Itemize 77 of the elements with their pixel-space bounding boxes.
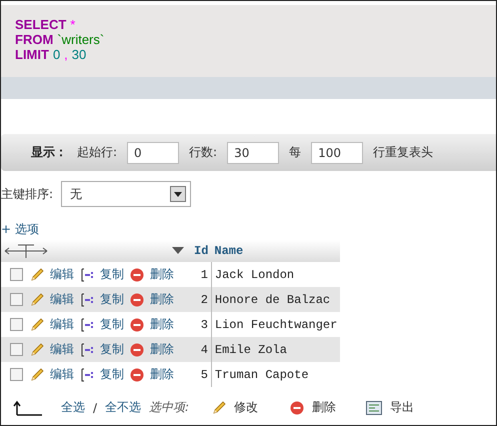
sql-token: * (70, 17, 76, 32)
pencil-icon (29, 342, 44, 357)
export-button[interactable]: 导出 (390, 399, 414, 416)
delete-link[interactable]: 删除 (150, 366, 174, 383)
sort-dropdown[interactable]: 无 (61, 181, 192, 207)
delete-icon (130, 342, 144, 356)
with-selected-label: 选中项: (149, 399, 190, 416)
table-cell: 3 (191, 312, 212, 337)
copy-link[interactable]: 复制 (100, 341, 124, 358)
copy-link[interactable]: 复制 (100, 291, 124, 308)
copy-icon (80, 318, 94, 332)
table-cell: 5 (191, 362, 212, 387)
edit-link[interactable]: 编辑 (50, 366, 74, 383)
copy-icon (80, 342, 94, 356)
delete-icon (130, 368, 144, 382)
table-cell: Emile Zola (211, 337, 340, 362)
edit-link[interactable]: 编辑 (50, 291, 74, 308)
row-checkbox[interactable] (10, 368, 23, 381)
repeat-header-field[interactable]: 100 (311, 142, 364, 164)
export-icon (366, 400, 382, 414)
row-count-label: 行数: (189, 144, 218, 161)
arrow-up-icon (13, 400, 43, 416)
display-label: 显示： (31, 144, 67, 161)
row-checkbox[interactable] (10, 268, 23, 281)
pencil-icon (29, 317, 44, 332)
sql-token: LIMIT (15, 47, 49, 62)
select-none-link[interactable]: 全不选 (105, 399, 142, 416)
copy-icon (80, 368, 94, 382)
every-label: 每 (289, 144, 302, 161)
sql-token: 30 (72, 47, 86, 62)
row-checkbox[interactable] (10, 293, 23, 306)
table-cell: Truman Capote (211, 362, 340, 387)
sql-token: FROM (15, 32, 54, 47)
edit-selected-button[interactable]: 修改 (234, 399, 258, 416)
edit-link[interactable]: 编辑 (50, 341, 74, 358)
sort-label: 主键排序: (1, 186, 54, 202)
delete-link[interactable]: 删除 (150, 266, 174, 283)
delete-link[interactable]: 删除 (150, 341, 174, 358)
table-cell: 1 (191, 262, 212, 287)
column-header[interactable]: Name (211, 240, 340, 262)
delete-icon (130, 268, 144, 282)
copy-icon (80, 292, 94, 306)
sql-token: `writers` (57, 32, 104, 47)
repeat-header-label: 行重复表头 (373, 144, 434, 161)
sql-token: , (64, 47, 68, 62)
pencil-icon (29, 367, 44, 382)
pencil-icon (29, 267, 44, 282)
start-row-label: 起始行: (77, 144, 118, 161)
delete-icon (290, 400, 304, 414)
row-checkbox[interactable] (10, 343, 23, 356)
table-cell: 4 (191, 337, 212, 362)
sort-caret-icon[interactable] (172, 247, 184, 255)
copy-link[interactable]: 复制 (100, 366, 124, 383)
delete-icon (130, 318, 144, 332)
pencil-icon (29, 292, 44, 307)
copy-icon (80, 268, 94, 282)
column-header[interactable]: Id (191, 240, 212, 262)
delete-link[interactable]: 删除 (150, 316, 174, 333)
sql-token: SELECT (15, 17, 66, 32)
edit-link[interactable]: 编辑 (50, 316, 74, 333)
edit-link[interactable]: 编辑 (50, 266, 74, 283)
pencil-icon (211, 400, 226, 415)
select-all-link[interactable]: 全选 (61, 399, 85, 416)
delete-selected-button[interactable]: 删除 (312, 399, 336, 416)
table-cell: 2 (191, 287, 212, 312)
start-row-field[interactable]: 0 (127, 142, 180, 164)
row-count-field[interactable]: 30 (227, 142, 280, 164)
column-resize-icon (4, 243, 48, 259)
options-link[interactable]: + 选项 (1, 221, 39, 238)
row-checkbox[interactable] (10, 318, 23, 331)
delete-icon (130, 292, 144, 306)
table-cell: Honore de Balzac (211, 287, 340, 312)
sql-token: 0 (52, 47, 60, 62)
copy-link[interactable]: 复制 (100, 266, 124, 283)
separator-text: / (93, 400, 98, 414)
delete-link[interactable]: 删除 (150, 291, 174, 308)
copy-link[interactable]: 复制 (100, 316, 124, 333)
